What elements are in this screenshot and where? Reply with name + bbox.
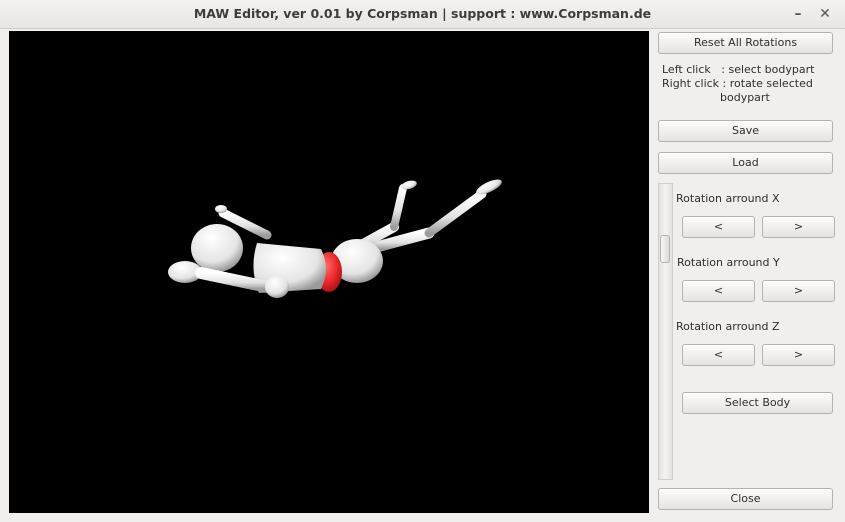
- close-button[interactable]: Close: [658, 488, 833, 510]
- close-window-button[interactable]: ✕: [816, 5, 834, 23]
- help-line-left-click: Left click : select bodypart: [662, 63, 815, 76]
- rotate-z-plus-button[interactable]: >: [762, 344, 835, 366]
- title-bar: MAW Editor, ver 0.01 by Corpsman | suppo…: [0, 0, 845, 29]
- scrollbar-thumb[interactable]: [660, 235, 670, 263]
- right-leg[interactable]: [363, 177, 504, 255]
- select-body-button[interactable]: Select Body: [682, 392, 833, 414]
- minimize-button[interactable]: –: [789, 5, 807, 23]
- load-button[interactable]: Load: [658, 152, 833, 174]
- panel-scrollbar[interactable]: [658, 183, 673, 480]
- rotation-y-label: Rotation arround Y: [677, 256, 780, 269]
- window-title: MAW Editor, ver 0.01 by Corpsman | suppo…: [193, 6, 652, 21]
- 3d-viewport[interactable]: [9, 31, 649, 513]
- head[interactable]: [191, 224, 243, 272]
- help-line-bodypart: bodypart: [720, 91, 770, 104]
- help-line-right-click: Right click : rotate selected: [662, 77, 813, 90]
- help-text: Left click : select bodypart Right click…: [662, 63, 822, 105]
- figure-render: [168, 177, 504, 298]
- rotate-y-plus-button[interactable]: >: [762, 280, 835, 302]
- rotate-z-minus-button[interactable]: <: [682, 344, 755, 366]
- rotate-x-plus-button[interactable]: >: [762, 216, 835, 238]
- rotate-x-minus-button[interactable]: <: [682, 216, 755, 238]
- save-button[interactable]: Save: [658, 120, 833, 142]
- rotation-x-label: Rotation arround X: [676, 192, 780, 205]
- rotation-z-label: Rotation arround Z: [676, 320, 780, 333]
- reset-all-rotations-button[interactable]: Reset All Rotations: [658, 32, 833, 54]
- rotate-y-minus-button[interactable]: <: [682, 280, 755, 302]
